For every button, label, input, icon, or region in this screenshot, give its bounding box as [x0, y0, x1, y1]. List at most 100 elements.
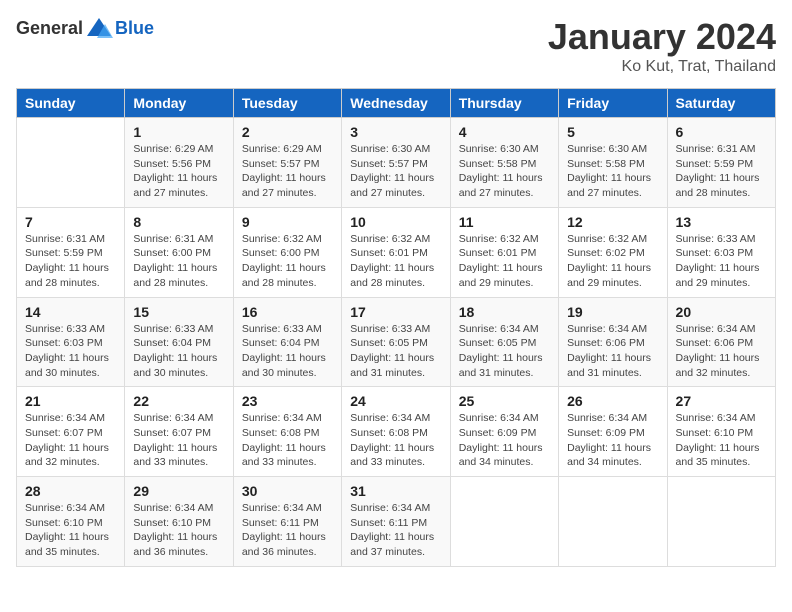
day-cell: 4 Sunrise: 6:30 AMSunset: 5:58 PMDaylight… — [450, 118, 558, 208]
day-number: 18 — [459, 304, 550, 320]
day-info: Sunrise: 6:32 AMSunset: 6:02 PMDaylight:… — [567, 232, 658, 291]
day-info: Sunrise: 6:34 AMSunset: 6:11 PMDaylight:… — [350, 501, 441, 560]
day-number: 16 — [242, 304, 333, 320]
day-cell — [559, 477, 667, 567]
title-section: January 2024 Ko Kut, Trat, Thailand — [548, 16, 776, 76]
day-info: Sunrise: 6:30 AMSunset: 5:57 PMDaylight:… — [350, 142, 441, 201]
day-cell — [17, 118, 125, 208]
day-number: 31 — [350, 483, 441, 499]
day-info: Sunrise: 6:33 AMSunset: 6:03 PMDaylight:… — [676, 232, 767, 291]
calendar-title: January 2024 — [548, 16, 776, 58]
day-info: Sunrise: 6:32 AMSunset: 6:01 PMDaylight:… — [459, 232, 550, 291]
day-number: 17 — [350, 304, 441, 320]
calendar-subtitle: Ko Kut, Trat, Thailand — [548, 58, 776, 76]
day-number: 29 — [133, 483, 224, 499]
day-cell: 7 Sunrise: 6:31 AMSunset: 5:59 PMDaylight… — [17, 207, 125, 297]
column-header-friday: Friday — [559, 89, 667, 118]
day-cell: 22 Sunrise: 6:34 AMSunset: 6:07 PMDayligh… — [125, 387, 233, 477]
day-number: 5 — [567, 124, 658, 140]
column-header-wednesday: Wednesday — [342, 89, 450, 118]
day-cell: 18Sunrise: 6:34 AMSunset: 6:05 PMDayligh… — [450, 297, 558, 387]
day-info: Sunrise: 6:29 AMSunset: 5:57 PMDaylight:… — [242, 142, 333, 201]
day-cell: 11 Sunrise: 6:32 AMSunset: 6:01 PMDayligh… — [450, 207, 558, 297]
day-number: 8 — [133, 214, 224, 230]
column-header-monday: Monday — [125, 89, 233, 118]
day-cell: 5 Sunrise: 6:30 AMSunset: 5:58 PMDaylight… — [559, 118, 667, 208]
week-row-1: 1 Sunrise: 6:29 AMSunset: 5:56 PMDaylight… — [17, 118, 776, 208]
day-number: 4 — [459, 124, 550, 140]
logo-general: General — [16, 18, 83, 39]
day-cell: 1 Sunrise: 6:29 AMSunset: 5:56 PMDaylight… — [125, 118, 233, 208]
day-number: 11 — [459, 214, 550, 230]
day-info: Sunrise: 6:34 AMSunset: 6:06 PMDaylight:… — [567, 322, 658, 381]
day-number: 28 — [25, 483, 116, 499]
logo-blue: Blue — [115, 18, 154, 39]
day-info: Sunrise: 6:34 AMSunset: 6:09 PMDaylight:… — [459, 411, 550, 470]
day-number: 30 — [242, 483, 333, 499]
day-number: 19 — [567, 304, 658, 320]
day-info: Sunrise: 6:34 AMSunset: 6:10 PMDaylight:… — [676, 411, 767, 470]
day-number: 22 — [133, 393, 224, 409]
day-cell: 23 Sunrise: 6:34 AMSunset: 6:08 PMDayligh… — [233, 387, 341, 477]
day-cell: 9Sunrise: 6:32 AMSunset: 6:00 PMDaylight… — [233, 207, 341, 297]
day-cell: 24Sunrise: 6:34 AMSunset: 6:08 PMDayligh… — [342, 387, 450, 477]
day-info: Sunrise: 6:34 AMSunset: 6:11 PMDaylight:… — [242, 501, 333, 560]
day-number: 3 — [350, 124, 441, 140]
column-header-saturday: Saturday — [667, 89, 775, 118]
day-info: Sunrise: 6:31 AMSunset: 5:59 PMDaylight:… — [25, 232, 116, 291]
day-info: Sunrise: 6:33 AMSunset: 6:04 PMDaylight:… — [242, 322, 333, 381]
day-cell: 2 Sunrise: 6:29 AMSunset: 5:57 PMDaylight… — [233, 118, 341, 208]
day-info: Sunrise: 6:34 AMSunset: 6:08 PMDaylight:… — [242, 411, 333, 470]
day-info: Sunrise: 6:30 AMSunset: 5:58 PMDaylight:… — [567, 142, 658, 201]
day-number: 15 — [133, 304, 224, 320]
day-number: 6 — [676, 124, 767, 140]
day-number: 23 — [242, 393, 333, 409]
day-info: Sunrise: 6:34 AMSunset: 6:09 PMDaylight:… — [567, 411, 658, 470]
day-cell — [667, 477, 775, 567]
day-info: Sunrise: 6:34 AMSunset: 6:08 PMDaylight:… — [350, 411, 441, 470]
week-row-4: 21 Sunrise: 6:34 AMSunset: 6:07 PMDayligh… — [17, 387, 776, 477]
day-info: Sunrise: 6:34 AMSunset: 6:07 PMDaylight:… — [133, 411, 224, 470]
day-info: Sunrise: 6:33 AMSunset: 6:04 PMDaylight:… — [133, 322, 224, 381]
day-cell: 25 Sunrise: 6:34 AMSunset: 6:09 PMDayligh… — [450, 387, 558, 477]
day-number: 21 — [25, 393, 116, 409]
header-row: SundayMondayTuesdayWednesdayThursdayFrid… — [17, 89, 776, 118]
day-info: Sunrise: 6:33 AMSunset: 6:03 PMDaylight:… — [25, 322, 116, 381]
day-cell: 17 Sunrise: 6:33 AMSunset: 6:05 PMDayligh… — [342, 297, 450, 387]
day-number: 27 — [676, 393, 767, 409]
day-cell: 30 Sunrise: 6:34 AMSunset: 6:11 PMDayligh… — [233, 477, 341, 567]
day-number: 14 — [25, 304, 116, 320]
header: General Blue January 2024 Ko Kut, Trat, … — [16, 16, 776, 76]
day-cell — [450, 477, 558, 567]
day-number: 25 — [459, 393, 550, 409]
week-row-2: 7 Sunrise: 6:31 AMSunset: 5:59 PMDaylight… — [17, 207, 776, 297]
day-info: Sunrise: 6:34 AMSunset: 6:07 PMDaylight:… — [25, 411, 116, 470]
day-info: Sunrise: 6:34 AMSunset: 6:10 PMDaylight:… — [25, 501, 116, 560]
day-cell: 15 Sunrise: 6:33 AMSunset: 6:04 PMDayligh… — [125, 297, 233, 387]
day-cell: 20 Sunrise: 6:34 AMSunset: 6:06 PMDayligh… — [667, 297, 775, 387]
day-cell: 8 Sunrise: 6:31 AMSunset: 6:00 PMDaylight… — [125, 207, 233, 297]
day-cell: 21 Sunrise: 6:34 AMSunset: 6:07 PMDayligh… — [17, 387, 125, 477]
day-cell: 13 Sunrise: 6:33 AMSunset: 6:03 PMDayligh… — [667, 207, 775, 297]
day-info: Sunrise: 6:29 AMSunset: 5:56 PMDaylight:… — [133, 142, 224, 201]
day-info: Sunrise: 6:30 AMSunset: 5:58 PMDaylight:… — [459, 142, 550, 201]
day-info: Sunrise: 6:32 AMSunset: 6:01 PMDaylight:… — [350, 232, 441, 291]
day-cell: 6Sunrise: 6:31 AMSunset: 5:59 PMDaylight… — [667, 118, 775, 208]
week-row-3: 14 Sunrise: 6:33 AMSunset: 6:03 PMDayligh… — [17, 297, 776, 387]
day-number: 26 — [567, 393, 658, 409]
day-info: Sunrise: 6:34 AMSunset: 6:06 PMDaylight:… — [676, 322, 767, 381]
day-cell: 26 Sunrise: 6:34 AMSunset: 6:09 PMDayligh… — [559, 387, 667, 477]
day-number: 2 — [242, 124, 333, 140]
day-info: Sunrise: 6:31 AMSunset: 6:00 PMDaylight:… — [133, 232, 224, 291]
day-cell: 27 Sunrise: 6:34 AMSunset: 6:10 PMDayligh… — [667, 387, 775, 477]
day-info: Sunrise: 6:33 AMSunset: 6:05 PMDaylight:… — [350, 322, 441, 381]
week-row-5: 28 Sunrise: 6:34 AMSunset: 6:10 PMDayligh… — [17, 477, 776, 567]
day-number: 20 — [676, 304, 767, 320]
day-cell: 19 Sunrise: 6:34 AMSunset: 6:06 PMDayligh… — [559, 297, 667, 387]
day-cell: 3 Sunrise: 6:30 AMSunset: 5:57 PMDaylight… — [342, 118, 450, 208]
day-number: 7 — [25, 214, 116, 230]
day-cell: 10Sunrise: 6:32 AMSunset: 6:01 PMDayligh… — [342, 207, 450, 297]
column-header-thursday: Thursday — [450, 89, 558, 118]
day-number: 1 — [133, 124, 224, 140]
day-number: 13 — [676, 214, 767, 230]
